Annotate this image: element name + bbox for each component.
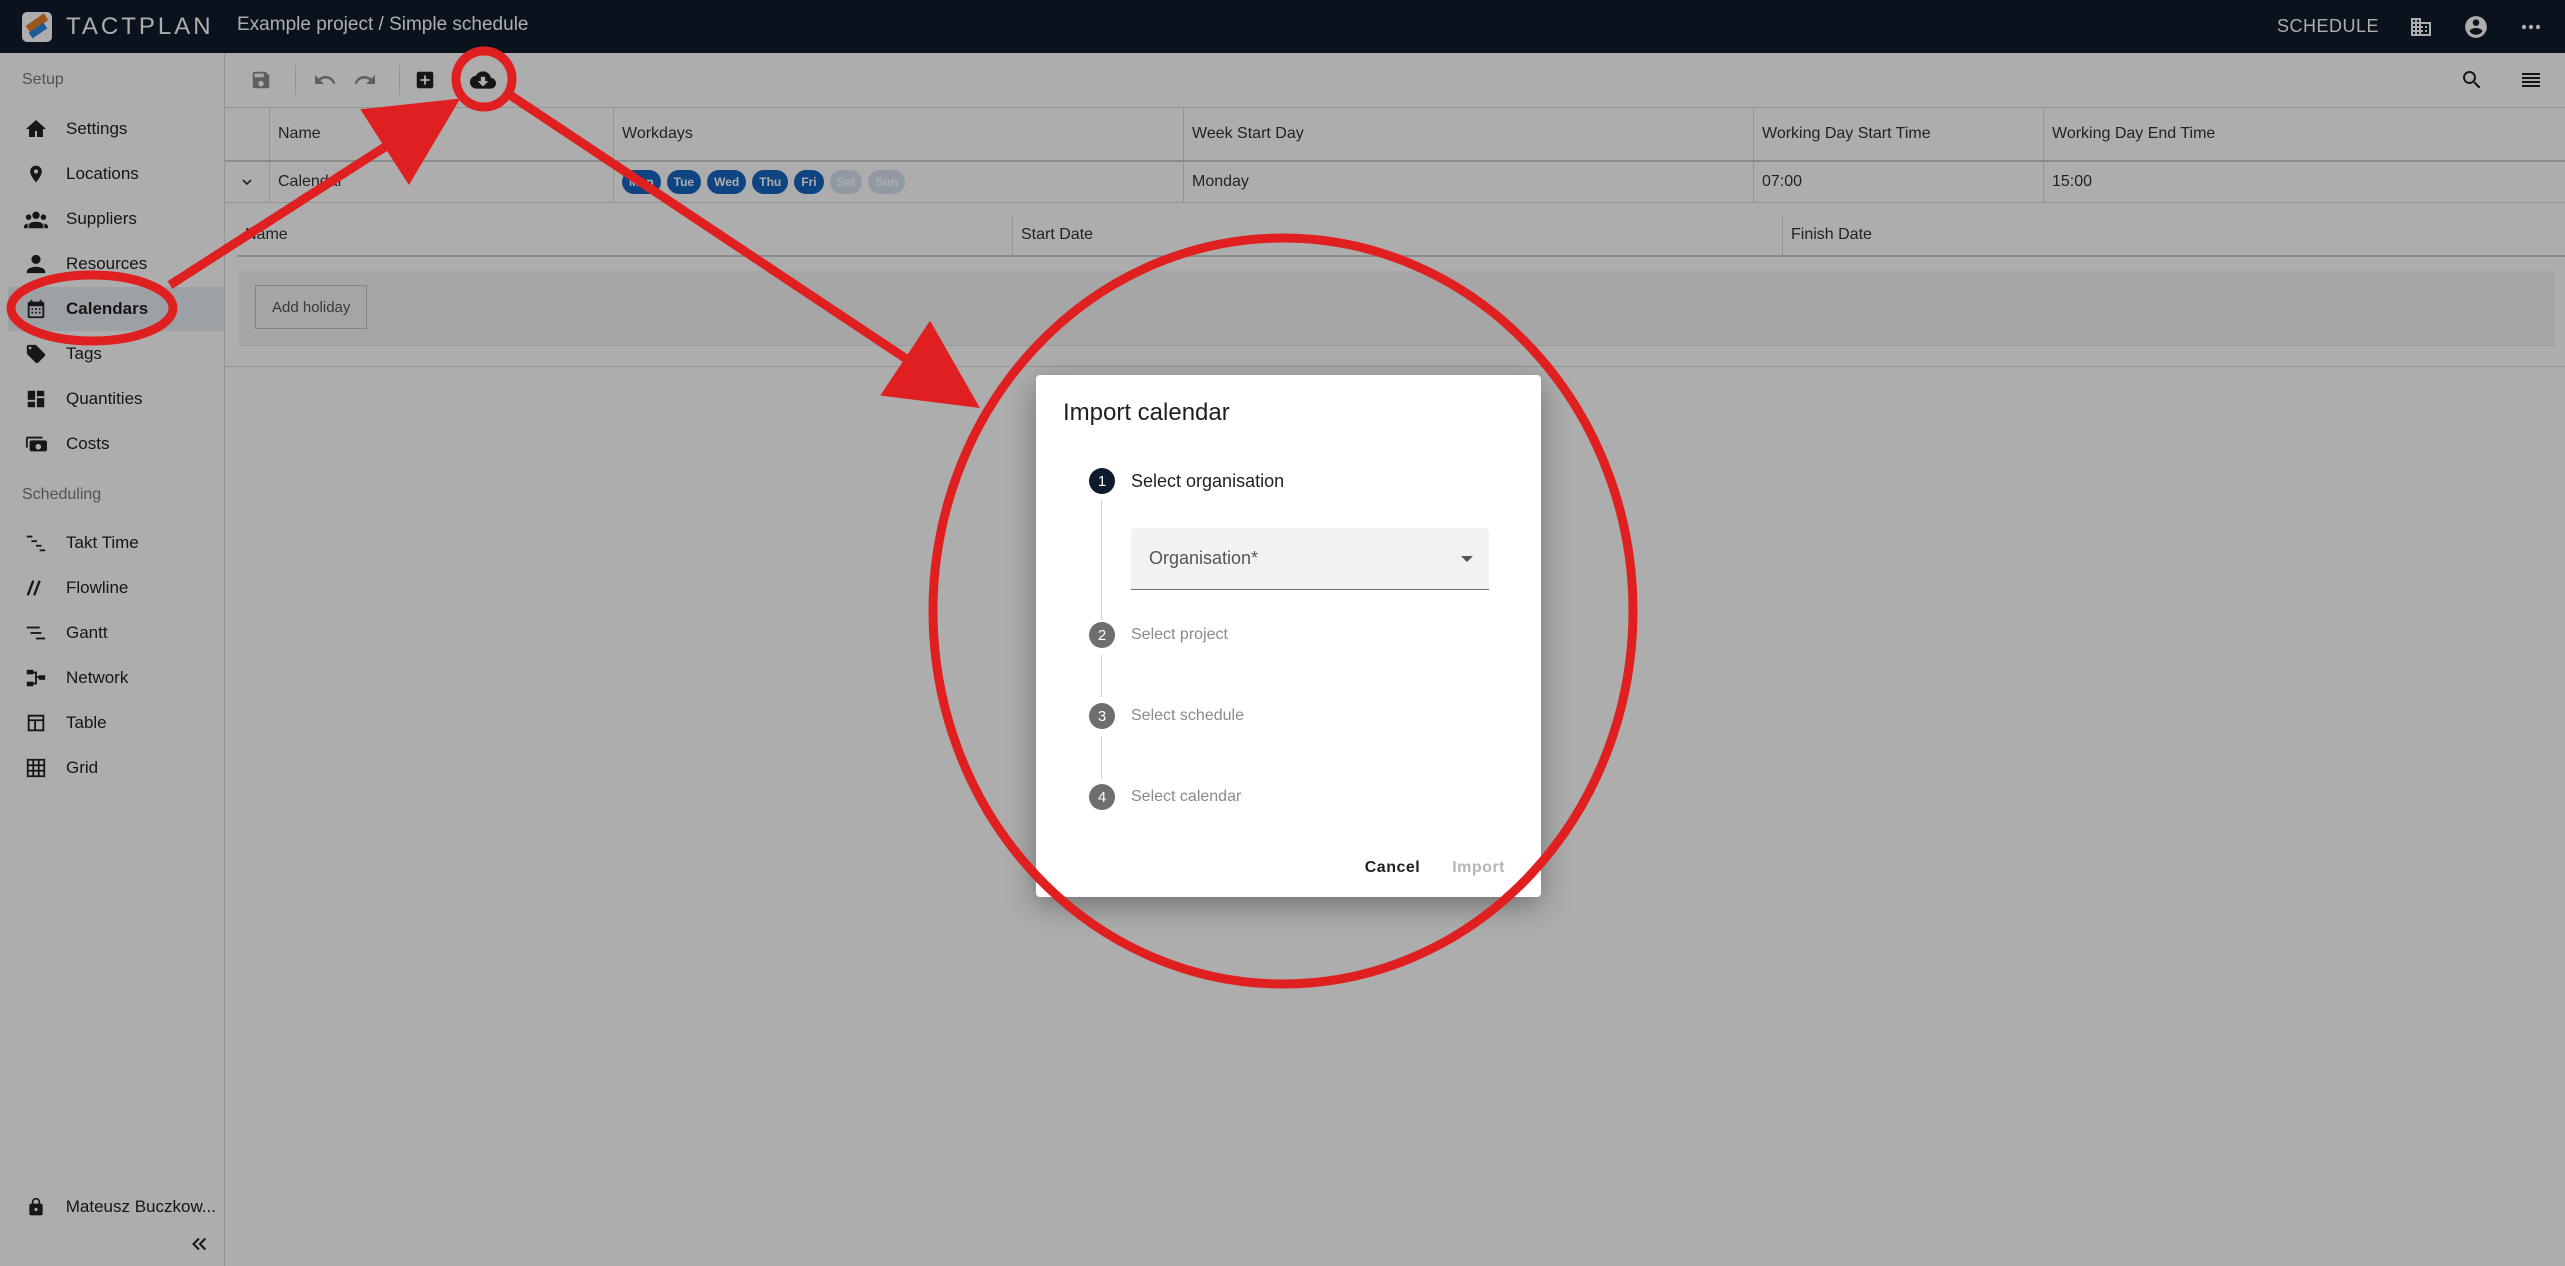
dropdown-arrow-icon (1461, 556, 1473, 562)
step-select-calendar[interactable]: 4 Select calendar (1089, 784, 1241, 810)
step-label: Select organisation (1131, 470, 1285, 491)
step-number: 1 (1089, 468, 1115, 494)
organisation-select[interactable]: Organisation* (1131, 528, 1489, 590)
cancel-button[interactable]: Cancel (1365, 859, 1420, 877)
step-select-project[interactable]: 2 Select project (1089, 622, 1228, 648)
step-select-organisation[interactable]: 1 Select organisation (1089, 468, 1284, 494)
stepper-connector (1101, 500, 1102, 620)
dialog-title: Import calendar (1063, 399, 1230, 426)
import-button[interactable]: Import (1452, 859, 1505, 877)
organisation-select-label: Organisation* (1149, 548, 1259, 568)
step-label: Select project (1131, 626, 1228, 643)
step-number: 2 (1089, 622, 1115, 648)
stepper-connector (1101, 736, 1102, 778)
step-select-schedule[interactable]: 3 Select schedule (1089, 703, 1244, 729)
step-number: 3 (1089, 703, 1115, 729)
stepper-connector (1101, 655, 1102, 697)
step-number: 4 (1089, 784, 1115, 810)
import-calendar-dialog: Import calendar 1 Select organisation Or… (1036, 375, 1541, 897)
step-label: Select calendar (1131, 788, 1242, 805)
step-label: Select schedule (1131, 707, 1244, 724)
